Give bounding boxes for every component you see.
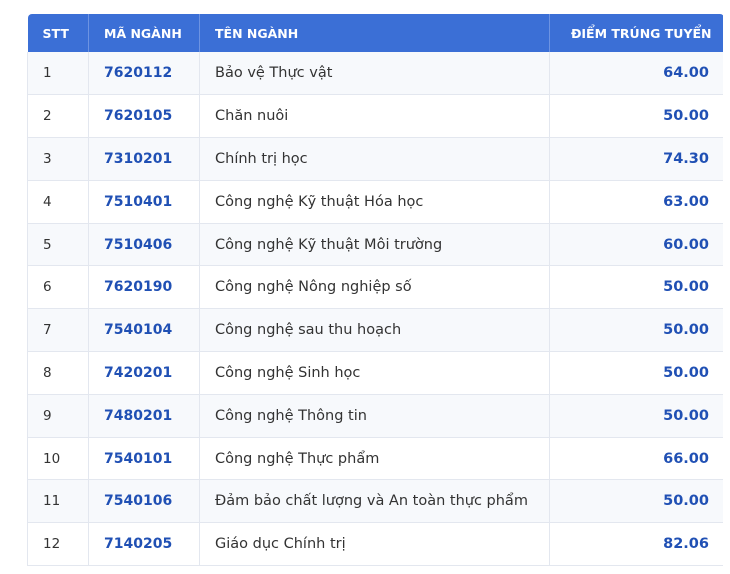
row-admission-score: 50.00 (549, 351, 723, 395)
row-major-name: Đảm bảo chất lượng và An toàn thực phẩm (199, 479, 550, 524)
row-stt: 3 (27, 137, 89, 181)
row-admission-score: 74.30 (549, 137, 723, 181)
row-admission-score: 50.00 (549, 94, 723, 139)
row-stt: 6 (27, 265, 89, 310)
table-row: 5 7510406 Công nghệ Kỹ thuật Môi trường 60.… (27, 223, 723, 267)
table-row: 6 7620190 Công nghệ Nông nghiệp số 50.00 (27, 265, 723, 310)
row-major-name: Công nghệ Kỹ thuật Môi trường (199, 223, 550, 267)
row-major-code: 7540101 (88, 437, 200, 481)
table-row: 9 7480201 Công nghệ Thông tin 50.00 (27, 394, 723, 438)
row-major-name: Công nghệ sau thu hoạch (199, 308, 550, 353)
row-stt: 7 (27, 308, 89, 353)
row-major-name: Công nghệ Kỹ thuật Hóa học (199, 180, 550, 224)
admission-scores-table: STT MÃ NGÀNH TÊN NGÀNH ĐIỂM TRÚNG TUYỂN … (27, 14, 723, 567)
header-major-name: TÊN NGÀNH (199, 14, 550, 52)
header-row: STT MÃ NGÀNH TÊN NGÀNH ĐIỂM TRÚNG TUYỂN (27, 14, 723, 52)
row-stt: 5 (27, 223, 89, 267)
row-major-code: 7540104 (88, 308, 200, 353)
row-stt: 12 (27, 522, 89, 567)
header-admission-score: ĐIỂM TRÚNG TUYỂN (549, 14, 723, 52)
row-stt: 9 (27, 394, 89, 438)
row-major-name: Chính trị học (199, 137, 550, 181)
row-major-name: Công nghệ Thông tin (199, 394, 550, 438)
row-admission-score: 82.06 (549, 522, 723, 567)
table-row: 7 7540104 Công nghệ sau thu hoạch 50.00 (27, 308, 723, 353)
row-major-code: 7310201 (88, 137, 200, 181)
table-row: 10 7540101 Công nghệ Thực phẩm 66.00 (27, 437, 723, 481)
row-admission-score: 50.00 (549, 308, 723, 353)
row-admission-score: 50.00 (549, 479, 723, 524)
row-admission-score: 64.00 (549, 52, 723, 96)
row-admission-score: 50.00 (549, 394, 723, 438)
row-major-name: Chăn nuôi (199, 94, 550, 139)
row-admission-score: 66.00 (549, 437, 723, 481)
table-row: 4 7510401 Công nghệ Kỹ thuật Hóa học 63.00 (27, 180, 723, 224)
row-major-name: Công nghệ Nông nghiệp số (199, 265, 550, 310)
table-row: 11 7540106 Đảm bảo chất lượng và An toàn t… (27, 479, 723, 524)
row-major-name: Công nghệ Thực phẩm (199, 437, 550, 481)
row-admission-score: 60.00 (549, 223, 723, 267)
table-body: 1 7620112 Bảo vệ Thực vật 64.00 2 7620105 Chăn… (27, 52, 723, 567)
table-row: 12 7140205 Giáo dục Chính trị 82.06 (27, 522, 723, 567)
row-major-code: 7620105 (88, 94, 200, 139)
table-row: 8 7420201 Công nghệ Sinh học 50.00 (27, 351, 723, 395)
row-major-code: 7140205 (88, 522, 200, 567)
row-major-code: 7480201 (88, 394, 200, 438)
row-stt: 8 (27, 351, 89, 395)
row-stt: 10 (27, 437, 89, 481)
table-row: 1 7620112 Bảo vệ Thực vật 64.00 (27, 52, 723, 96)
header-stt: STT (27, 14, 89, 52)
table-row: 2 7620105 Chăn nuôi 50.00 (27, 94, 723, 139)
row-major-code: 7510401 (88, 180, 200, 224)
admission-scores-table-wrapper: STT MÃ NGÀNH TÊN NGÀNH ĐIỂM TRÚNG TUYỂN … (27, 14, 723, 574)
row-major-name: Giáo dục Chính trị (199, 522, 550, 567)
row-stt: 4 (27, 180, 89, 224)
row-stt: 11 (27, 479, 89, 524)
table-row: 3 7310201 Chính trị học 74.30 (27, 137, 723, 181)
table-header: STT MÃ NGÀNH TÊN NGÀNH ĐIỂM TRÚNG TUYỂN (27, 14, 723, 52)
row-stt: 2 (27, 94, 89, 139)
row-major-code: 7510406 (88, 223, 200, 267)
row-major-name: Bảo vệ Thực vật (199, 52, 550, 96)
row-stt: 1 (27, 52, 89, 96)
row-major-code: 7620190 (88, 265, 200, 310)
row-major-name: Công nghệ Sinh học (199, 351, 550, 395)
row-major-code: 7540106 (88, 479, 200, 524)
row-major-code: 7420201 (88, 351, 200, 395)
row-admission-score: 50.00 (549, 265, 723, 310)
header-major-code: MÃ NGÀNH (88, 14, 200, 52)
row-major-code: 7620112 (88, 52, 200, 96)
row-admission-score: 63.00 (549, 180, 723, 224)
